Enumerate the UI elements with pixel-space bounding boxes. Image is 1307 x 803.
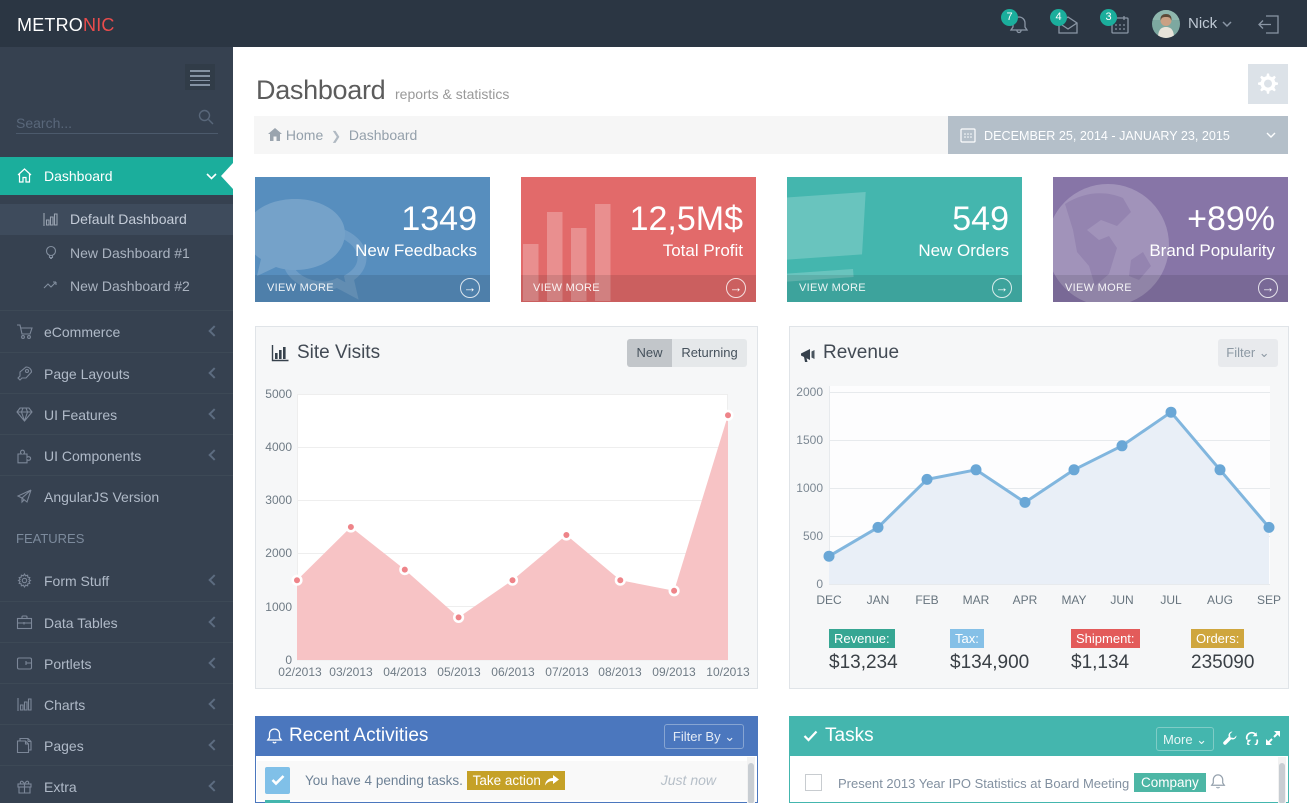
svg-text:2000: 2000 (796, 385, 823, 399)
svg-text:09/2013: 09/2013 (652, 665, 696, 679)
svg-text:500: 500 (803, 529, 823, 543)
svg-text:AUG: AUG (1207, 593, 1233, 607)
svg-text:03/2013: 03/2013 (329, 665, 373, 679)
svg-text:FEB: FEB (915, 593, 938, 607)
svg-text:07/2013: 07/2013 (545, 665, 589, 679)
svg-text:5000: 5000 (265, 387, 292, 401)
svg-text:0: 0 (816, 577, 823, 591)
svg-text:JUN: JUN (1110, 593, 1133, 607)
svg-text:SEP: SEP (1257, 593, 1281, 607)
svg-text:05/2013: 05/2013 (437, 665, 481, 679)
svg-text:02/2013: 02/2013 (278, 665, 322, 679)
svg-text:MAR: MAR (963, 593, 990, 607)
svg-text:10/2013: 10/2013 (706, 665, 750, 679)
svg-text:JUL: JUL (1160, 593, 1182, 607)
svg-text:06/2013: 06/2013 (491, 665, 535, 679)
svg-text:08/2013: 08/2013 (598, 665, 642, 679)
svg-text:1000: 1000 (796, 481, 823, 495)
svg-text:APR: APR (1013, 593, 1038, 607)
svg-text:JAN: JAN (867, 593, 890, 607)
svg-text:4000: 4000 (265, 440, 292, 454)
svg-text:1000: 1000 (265, 600, 292, 614)
svg-text:2000: 2000 (265, 546, 292, 560)
svg-text:3000: 3000 (265, 493, 292, 507)
svg-text:DEC: DEC (816, 593, 842, 607)
svg-text:MAY: MAY (1061, 593, 1086, 607)
svg-text:04/2013: 04/2013 (383, 665, 427, 679)
svg-text:1500: 1500 (796, 433, 823, 447)
